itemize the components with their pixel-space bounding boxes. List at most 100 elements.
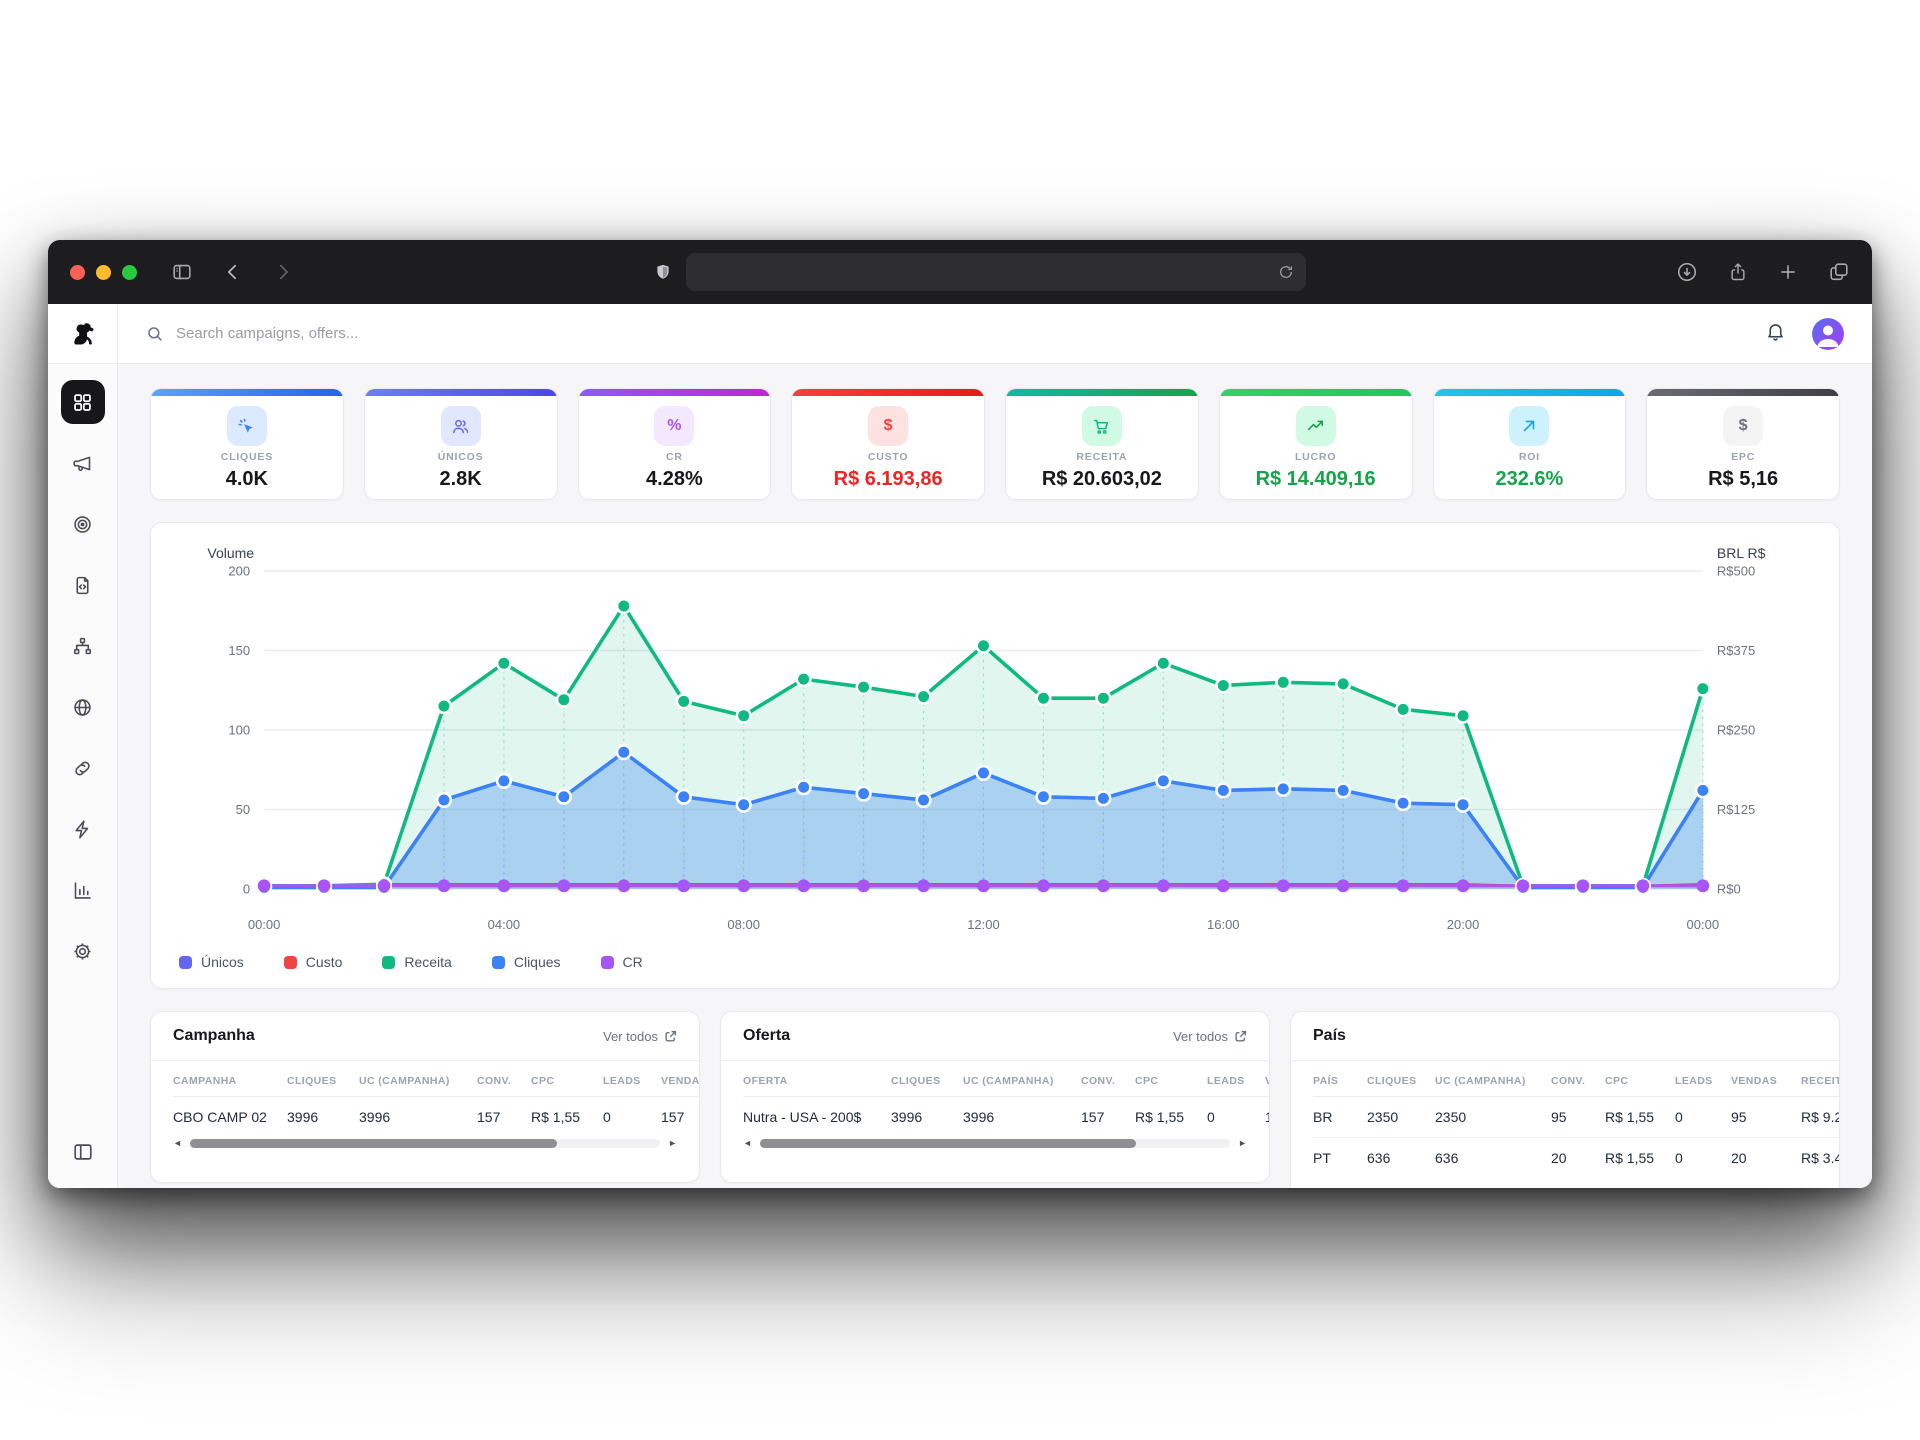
sidebar-item-settings[interactable] (61, 929, 105, 973)
legend-swatch (601, 956, 614, 969)
legend-item-cliques[interactable]: Cliques (492, 954, 561, 970)
sidebar-toggle-icon[interactable] (171, 261, 193, 283)
users-icon (441, 406, 481, 446)
arrow-up-right-icon (1509, 406, 1549, 446)
cart-icon (1082, 406, 1122, 446)
kpi-label: ROI (1519, 451, 1540, 463)
svg-text:Volume: Volume (207, 545, 254, 561)
legend-swatch (179, 956, 192, 969)
svg-text:R$0: R$0 (1717, 882, 1741, 897)
close-window-button[interactable] (70, 265, 85, 280)
gear-icon (72, 941, 93, 962)
table-row[interactable]: BR2350 235095 R$ 1,550 95R$ 9.288,09 (1313, 1097, 1839, 1138)
svg-text:150: 150 (228, 643, 250, 658)
app-topbar: Search campaigns, offers... (118, 304, 1872, 364)
scroll-left-arrow[interactable]: ◄ (173, 1139, 182, 1148)
kpi-value: 4.28% (646, 468, 703, 491)
svg-text:R$375: R$375 (1717, 643, 1755, 658)
legend-item-cr[interactable]: CR (601, 954, 643, 970)
kpi-value: 2.8K (440, 468, 482, 491)
kpi-value: R$ 5,16 (1708, 468, 1778, 491)
table-title: Campanha (173, 1027, 255, 1045)
svg-text:16:00: 16:00 (1207, 917, 1240, 932)
user-avatar[interactable] (1812, 318, 1844, 350)
external-link-icon (1234, 1030, 1247, 1043)
ver-todos-link[interactable]: Ver todos (603, 1029, 677, 1044)
tab-overview-icon[interactable] (1828, 261, 1850, 283)
kpi-card-cliques[interactable]: CLIQUES 4.0K (150, 388, 344, 500)
sidebar-item-dashboard[interactable] (61, 380, 105, 424)
kpi-card-lucro[interactable]: LUCRO R$ 14.409,16 (1219, 388, 1413, 500)
legend-swatch (492, 956, 505, 969)
pais-table: PAÍSCLIQUES UC (CAMPANHA)CONV. CPCLEADS … (1313, 1063, 1839, 1178)
globe-icon (72, 697, 93, 718)
kpi-card-cr[interactable]: % CR 4.28% (578, 388, 772, 500)
trending-up-icon (1296, 406, 1336, 446)
sidebar-item-reports[interactable] (61, 868, 105, 912)
kpi-card-epc[interactable]: $ EPC R$ 5,16 (1646, 388, 1840, 500)
share-icon[interactable] (1728, 261, 1748, 283)
collapse-sidebar-icon[interactable] (72, 1123, 94, 1188)
downloads-icon[interactable] (1676, 261, 1698, 283)
sidebar (48, 304, 118, 1188)
back-icon[interactable] (223, 262, 243, 282)
traffic-chart[interactable]: 200R$500150R$375100R$25050R$1250R$0Volum… (169, 539, 1821, 939)
url-bar[interactable] (686, 253, 1306, 291)
pais-table-card: País PAÍSCLIQUES UC (CAMPANHA)CONV. CPCL… (1290, 1011, 1840, 1188)
kpi-label: CLIQUES (221, 451, 273, 463)
kpi-label: EPC (1731, 451, 1755, 463)
svg-text:20:00: 20:00 (1447, 917, 1480, 932)
svg-text:200: 200 (228, 564, 250, 579)
kpi-card-custo[interactable]: $ CUSTO R$ 6.193,86 (791, 388, 985, 500)
app-logo[interactable] (48, 304, 117, 364)
notifications-bell-icon[interactable] (1765, 321, 1786, 347)
sidebar-item-automation[interactable] (61, 807, 105, 851)
sidebar-item-targets[interactable] (61, 502, 105, 546)
horizontal-scrollbar[interactable]: ◄ ► (173, 1137, 677, 1154)
external-link-icon (664, 1030, 677, 1043)
campanha-table: CAMPANHACLIQUES UC (CAMPANHA)CONV. CPCLE… (173, 1063, 699, 1137)
kpi-label: LUCRO (1295, 451, 1336, 463)
legend-item-unicos[interactable]: Únicos (179, 954, 244, 970)
table-row[interactable]: PT636 63620 R$ 1,550 20R$ 3.484,10 (1313, 1138, 1839, 1179)
kpi-row: CLIQUES 4.0K ÚNICOS 2.8K (150, 388, 1840, 500)
reload-icon[interactable] (1278, 264, 1294, 280)
table-row[interactable]: Nutra - USA - 200$3996 3996157 R$ 1,550 … (743, 1097, 1269, 1138)
bar-chart-icon (72, 880, 93, 901)
dog-logo-icon (69, 320, 97, 348)
ver-todos-link[interactable]: Ver todos (1173, 1029, 1247, 1044)
shield-icon[interactable] (654, 262, 672, 282)
table-row[interactable]: CBO CAMP 023996 3996157 R$ 1,550 157R (173, 1097, 699, 1138)
minimize-window-button[interactable] (96, 265, 111, 280)
legend-item-custo[interactable]: Custo (284, 954, 343, 970)
percent-icon: % (654, 406, 694, 446)
sidebar-item-domains[interactable] (61, 685, 105, 729)
sidebar-item-campaigns[interactable] (61, 441, 105, 485)
browser-window: Search campaigns, offers... (48, 240, 1872, 1188)
search-icon (146, 325, 164, 343)
svg-text:R$250: R$250 (1717, 723, 1755, 738)
kpi-label: CUSTO (868, 451, 909, 463)
svg-text:50: 50 (236, 802, 250, 817)
sidebar-item-flows[interactable] (61, 624, 105, 668)
scroll-left-arrow[interactable]: ◄ (743, 1139, 752, 1148)
target-icon (72, 514, 93, 535)
kpi-card-unicos[interactable]: ÚNICOS 2.8K (364, 388, 558, 500)
sidebar-item-landers[interactable] (61, 563, 105, 607)
window-controls (70, 265, 137, 280)
search-input[interactable]: Search campaigns, offers... (146, 325, 1765, 343)
horizontal-scrollbar[interactable]: ◄ ► (743, 1137, 1247, 1154)
kpi-card-roi[interactable]: ROI 232.6% (1433, 388, 1627, 500)
kpi-label: RECEITA (1076, 451, 1127, 463)
new-tab-icon[interactable] (1778, 262, 1798, 282)
kpi-value: R$ 14.409,16 (1256, 468, 1376, 491)
legend-item-receita[interactable]: Receita (382, 954, 451, 970)
chart-legend: Únicos Custo Receita Cliques (169, 944, 1821, 978)
oferta-table: OFERTACLIQUES UC (CAMPANHA)CONV. CPCLEAD… (743, 1063, 1269, 1137)
forward-icon[interactable] (273, 262, 293, 282)
zoom-window-button[interactable] (122, 265, 137, 280)
sidebar-item-links[interactable] (61, 746, 105, 790)
scroll-right-arrow[interactable]: ► (1238, 1139, 1247, 1148)
kpi-card-receita[interactable]: RECEITA R$ 20.603,02 (1005, 388, 1199, 500)
scroll-right-arrow[interactable]: ► (668, 1139, 677, 1148)
